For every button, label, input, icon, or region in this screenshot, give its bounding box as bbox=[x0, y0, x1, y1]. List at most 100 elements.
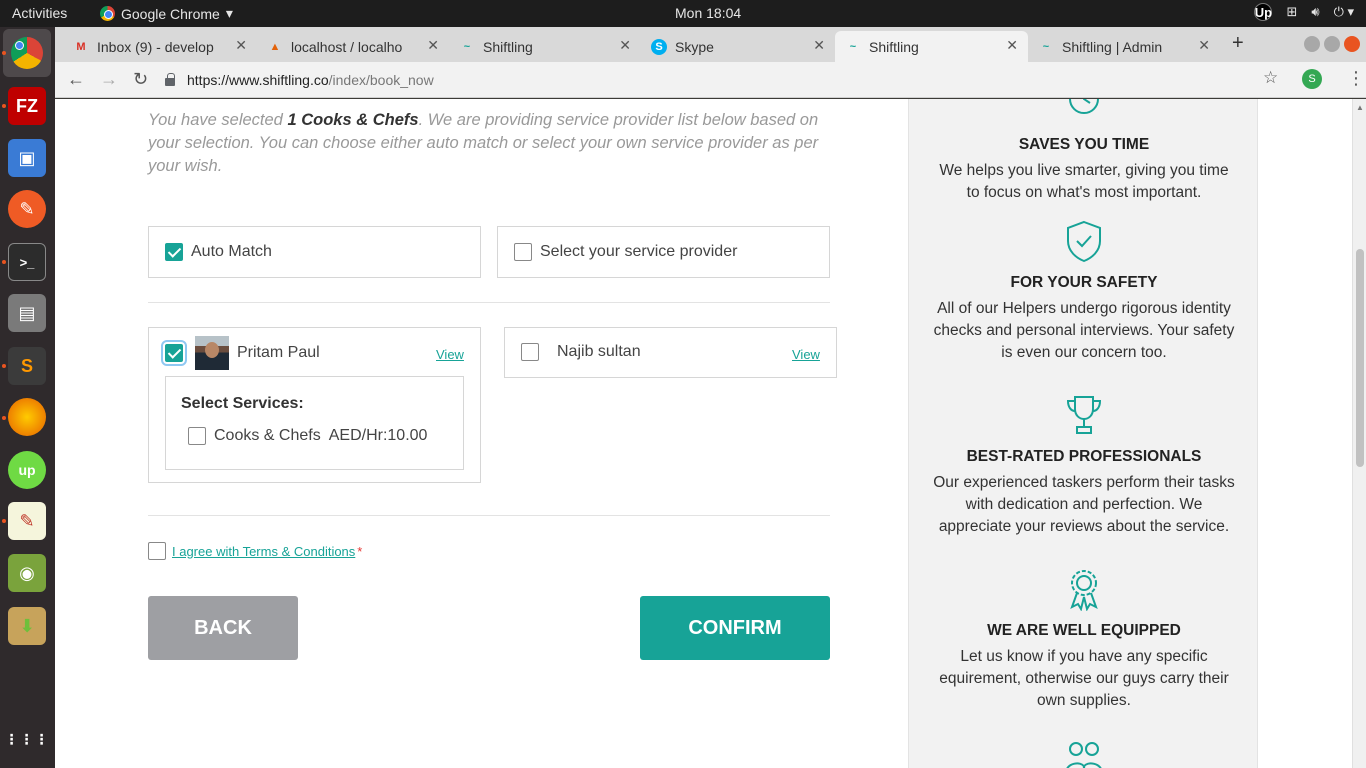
services-title: Select Services: bbox=[181, 395, 304, 412]
view-provider-link[interactable]: View bbox=[436, 347, 464, 362]
dock-archive-manager[interactable]: ⬇ bbox=[8, 607, 46, 645]
browser-tab-strip: M Inbox (9) - develop ✕ ▲ localhost / lo… bbox=[55, 27, 1366, 62]
tab-shiftling-admin[interactable]: ~ Shiftling | Admin ✕ bbox=[1028, 31, 1220, 62]
feature-well-equipped: WE ARE WELL EQUIPPED Let us know if you … bbox=[909, 567, 1259, 712]
lock-icon bbox=[165, 73, 175, 86]
provider-checkbox[interactable] bbox=[521, 343, 539, 361]
close-icon[interactable]: ✕ bbox=[1006, 37, 1018, 54]
close-icon[interactable]: ✕ bbox=[427, 37, 439, 54]
dock-image-viewer[interactable]: ▣ bbox=[8, 139, 46, 177]
shiftling-favicon-icon: ~ bbox=[1042, 40, 1050, 53]
feature-title: WE ARE WELL EQUIPPED bbox=[987, 622, 1181, 639]
activities-button[interactable]: Activities bbox=[12, 5, 67, 21]
dock-filezilla[interactable]: FZ bbox=[8, 87, 46, 125]
app-name: Google Chrome bbox=[121, 5, 220, 22]
dock-upwork[interactable]: up bbox=[8, 451, 46, 489]
running-indicator bbox=[2, 104, 6, 108]
auto-match-label: Auto Match bbox=[191, 243, 272, 260]
new-tab-button[interactable]: + bbox=[1232, 32, 1244, 55]
dock-text-editor[interactable]: ✎ bbox=[8, 502, 46, 540]
forward-arrow-icon[interactable]: → bbox=[100, 69, 118, 90]
scrollbar-thumb[interactable] bbox=[1356, 249, 1364, 467]
address-bar[interactable]: https://www.shiftling.co/index/book_now bbox=[165, 66, 1285, 94]
feature-description: We helps you live smarter, giving you ti… bbox=[939, 162, 1229, 201]
url-path: /index/book_now bbox=[328, 72, 434, 88]
provider-checkbox[interactable] bbox=[161, 340, 187, 366]
minimize-button[interactable] bbox=[1304, 36, 1320, 52]
service-option[interactable]: Cooks & Chefs AED/Hr:10.00 bbox=[188, 427, 427, 445]
award-badge-icon bbox=[1070, 570, 1098, 612]
provider-name: Pritam Paul bbox=[237, 344, 320, 361]
text-editor-icon: ✎ bbox=[19, 510, 35, 531]
auto-match-checkbox[interactable] bbox=[165, 243, 183, 261]
avatar bbox=[195, 336, 229, 370]
reload-icon[interactable]: ↻ bbox=[133, 69, 148, 90]
clock-icon bbox=[1069, 99, 1099, 114]
files-icon: ▤ bbox=[18, 302, 36, 323]
select-provider-checkbox[interactable] bbox=[514, 243, 532, 261]
dock-terminal[interactable]: >_ bbox=[8, 243, 46, 281]
feature-saves-time: SAVES YOU TIME We helps you live smarter… bbox=[909, 99, 1259, 204]
image-viewer-icon: ▣ bbox=[18, 147, 36, 168]
maximize-button[interactable] bbox=[1324, 36, 1340, 52]
selection-intro: You have selected 1 Cooks & Chefs. We ar… bbox=[148, 109, 838, 178]
feature-title: FOR YOUR SAFETY bbox=[1010, 274, 1158, 291]
dock-chrome[interactable] bbox=[3, 29, 51, 77]
bookmark-star-icon[interactable]: ☆ bbox=[1263, 68, 1278, 88]
services-panel: Select Services: Cooks & Chefs AED/Hr:10… bbox=[165, 376, 464, 470]
trophy-icon bbox=[1066, 396, 1102, 434]
dock-firefox[interactable] bbox=[8, 398, 46, 436]
tab-inbox[interactable]: M Inbox (9) - develop ✕ bbox=[63, 31, 257, 62]
close-icon[interactable]: ✕ bbox=[813, 37, 825, 54]
dock-sublime[interactable]: S bbox=[8, 347, 46, 385]
close-icon[interactable]: ✕ bbox=[1198, 37, 1210, 54]
tab-localhost[interactable]: ▲ localhost / localho ✕ bbox=[257, 31, 449, 62]
service-checkbox[interactable] bbox=[188, 427, 206, 445]
provider-card-pritam: Pritam Paul View Select Services: Cooks … bbox=[148, 327, 481, 483]
close-icon[interactable]: ✕ bbox=[235, 37, 247, 54]
app-menu[interactable]: Google Chrome ▾ bbox=[100, 5, 233, 22]
feature-title: BEST-RATED PROFESSIONALS bbox=[966, 448, 1202, 465]
power-icon[interactable]: ⏻ ▾ bbox=[1334, 4, 1354, 20]
clock[interactable]: Mon 18:04 bbox=[675, 5, 741, 21]
close-icon[interactable]: ✕ bbox=[619, 37, 631, 54]
confirm-button[interactable]: CONFIRM bbox=[640, 596, 830, 660]
tab-label: Inbox (9) - develop bbox=[97, 38, 214, 55]
filezilla-icon: FZ bbox=[16, 95, 38, 116]
scroll-up-icon[interactable]: ▲ bbox=[1356, 103, 1364, 112]
shield-check-icon bbox=[1067, 220, 1101, 263]
tab-shiftling-active[interactable]: ~ Shiftling ✕ bbox=[835, 31, 1028, 62]
back-button[interactable]: BACK bbox=[148, 596, 298, 660]
dock-files[interactable]: ▤ bbox=[8, 294, 46, 332]
running-indicator bbox=[2, 260, 6, 264]
back-arrow-icon[interactable]: ← bbox=[67, 69, 85, 90]
tab-shiftling-1[interactable]: ~ Shiftling ✕ bbox=[449, 31, 641, 62]
browser-toolbar: ← → ↻ https://www.shiftling.co/index/boo… bbox=[55, 62, 1366, 98]
screenshot-icon: ◉ bbox=[19, 562, 35, 583]
running-indicator bbox=[2, 416, 6, 420]
dock-screenshot[interactable]: ◉ bbox=[8, 554, 46, 592]
provider-card-najib: Najib sultan View bbox=[504, 327, 837, 378]
show-apps-button[interactable]: ⋮⋮⋮ bbox=[5, 720, 49, 758]
window-close-button[interactable] bbox=[1344, 36, 1360, 52]
network-icon[interactable]: ⊞ bbox=[1286, 4, 1297, 20]
page-scrollbar[interactable]: ▲ bbox=[1352, 99, 1366, 768]
intro-prefix: You have selected bbox=[148, 111, 283, 129]
select-provider-option[interactable]: Select your service provider bbox=[497, 226, 830, 278]
terms-checkbox[interactable] bbox=[148, 542, 166, 560]
feature-description: Our experienced taskers perform their ta… bbox=[933, 474, 1235, 535]
browser-menu-icon[interactable]: ⋮ bbox=[1347, 68, 1365, 89]
terms-link[interactable]: I agree with Terms & Conditions bbox=[172, 544, 355, 559]
volume-icon[interactable]: 🔊︎ bbox=[1311, 4, 1319, 20]
dock-postman[interactable]: ✎ bbox=[8, 190, 46, 228]
auto-match-option[interactable]: Auto Match bbox=[148, 226, 481, 278]
url-host: https://www.shiftling.co bbox=[187, 72, 329, 88]
view-provider-link[interactable]: View bbox=[792, 347, 820, 362]
upwork-tray-icon[interactable]: Up bbox=[1254, 3, 1273, 21]
running-indicator bbox=[2, 519, 6, 523]
tab-skype[interactable]: S Skype ✕ bbox=[641, 31, 835, 62]
tab-label: Skype bbox=[675, 38, 714, 55]
profile-avatar[interactable]: S bbox=[1302, 69, 1322, 89]
skype-icon: S bbox=[651, 38, 667, 55]
features-sidebar: SAVES YOU TIME We helps you live smarter… bbox=[908, 99, 1258, 768]
